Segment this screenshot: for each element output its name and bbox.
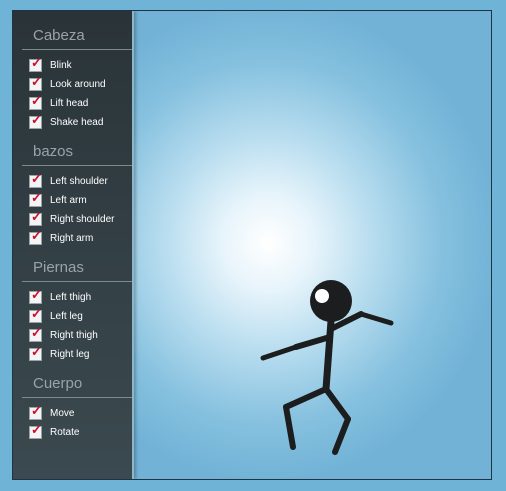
toggle-left-thigh[interactable]: ✓ Left thigh (22, 288, 132, 307)
control-sidebar: Cabeza ✓ Blink ✓ Look around ✓ Lift head… (13, 11, 134, 479)
toggle-lift-head[interactable]: ✓ Lift head (22, 94, 132, 113)
section-title: Piernas (33, 259, 84, 276)
check-mark-icon: ✓ (31, 306, 42, 321)
checkbox[interactable]: ✓ (29, 306, 42, 323)
toggle-label: Left arm (50, 195, 87, 206)
section-divider (22, 49, 132, 50)
checkbox[interactable]: ✓ (29, 325, 42, 342)
section-cuerpo: Cuerpo ✓ Move ✓ Rotate (22, 375, 132, 442)
check-mark-icon: ✓ (31, 209, 42, 224)
check-mark-icon: ✓ (31, 93, 42, 108)
section-piernas: Piernas ✓ Left thigh ✓ Left leg ✓ Right … (22, 259, 132, 364)
toggle-right-shoulder[interactable]: ✓ Right shoulder (22, 210, 132, 229)
toggle-left-shoulder[interactable]: ✓ Left shoulder (22, 172, 132, 191)
toggle-label: Right shoulder (50, 214, 115, 225)
check-mark-icon: ✓ (31, 422, 42, 437)
toggle-left-arm[interactable]: ✓ Left arm (22, 191, 132, 210)
toggle-label: Left leg (50, 311, 83, 322)
checkbox[interactable]: ✓ (29, 74, 42, 91)
toggle-left-leg[interactable]: ✓ Left leg (22, 307, 132, 326)
toggle-right-leg[interactable]: ✓ Right leg (22, 345, 132, 364)
checkbox[interactable]: ✓ (29, 190, 42, 207)
checkbox[interactable]: ✓ (29, 403, 42, 420)
toggle-label: Right thigh (50, 330, 98, 341)
stickman-right-arm (358, 311, 394, 326)
check-mark-icon: ✓ (31, 74, 42, 89)
toggle-label: Look around (50, 79, 106, 90)
toggle-label: Right arm (50, 233, 94, 244)
stickman-figure (260, 280, 394, 455)
checkbox[interactable]: ✓ (29, 422, 42, 439)
section-bazos: bazos ✓ Left shoulder ✓ Left arm ✓ Right… (22, 143, 132, 248)
check-mark-icon: ✓ (31, 344, 42, 359)
stickman-head (310, 280, 352, 322)
toggle-label: Move (50, 408, 75, 419)
section-title: Cabeza (33, 27, 85, 44)
checkbox[interactable]: ✓ (29, 287, 42, 304)
toggle-shake-head[interactable]: ✓ Shake head (22, 113, 132, 132)
check-mark-icon: ✓ (31, 171, 42, 186)
app-frame: Cabeza ✓ Blink ✓ Look around ✓ Lift head… (12, 10, 492, 480)
toggle-right-arm[interactable]: ✓ Right arm (22, 229, 132, 248)
stickman-left-leg (283, 404, 296, 450)
toggle-move[interactable]: ✓ Move (22, 404, 132, 423)
checkbox[interactable]: ✓ (29, 344, 42, 361)
stickman-right-thigh (323, 386, 351, 422)
section-divider (22, 281, 132, 282)
toggle-rotate[interactable]: ✓ Rotate (22, 423, 132, 442)
checkbox[interactable]: ✓ (29, 228, 42, 245)
stickman-right-leg (332, 416, 351, 455)
toggle-label: Left thigh (50, 292, 92, 303)
animation-stage[interactable] (134, 11, 491, 479)
toggle-label: Lift head (50, 98, 89, 109)
toggle-look-around[interactable]: ✓ Look around (22, 75, 132, 94)
check-mark-icon: ✓ (31, 228, 42, 243)
stickman-left-shoulder (293, 334, 333, 350)
section-divider (22, 165, 132, 166)
checkbox[interactable]: ✓ (29, 55, 42, 72)
section-divider (22, 397, 132, 398)
check-mark-icon: ✓ (31, 55, 42, 70)
toggle-label: Shake head (50, 117, 104, 128)
toggle-label: Rotate (50, 427, 80, 438)
checkbox[interactable]: ✓ (29, 93, 42, 110)
section-title: bazos (33, 143, 74, 160)
section-cabeza: Cabeza ✓ Blink ✓ Look around ✓ Lift head… (22, 27, 132, 132)
toggle-label: Left shoulder (50, 176, 108, 187)
checkbox[interactable]: ✓ (29, 209, 42, 226)
check-mark-icon: ✓ (31, 325, 42, 340)
toggle-blink[interactable]: ✓ Blink (22, 56, 132, 75)
checkbox[interactable]: ✓ (29, 112, 42, 129)
stickman-eye-highlight (315, 289, 329, 303)
toggle-right-thigh[interactable]: ✓ Right thigh (22, 326, 132, 345)
checkbox[interactable]: ✓ (29, 171, 42, 188)
check-mark-icon: ✓ (31, 403, 42, 418)
section-title: Cuerpo (33, 375, 83, 392)
check-mark-icon: ✓ (31, 190, 42, 205)
stickman-left-thigh (283, 386, 329, 410)
stickman-left-arm (260, 344, 299, 361)
toggle-label: Blink (50, 60, 72, 71)
check-mark-icon: ✓ (31, 287, 42, 302)
toggle-label: Right leg (50, 349, 90, 360)
check-mark-icon: ✓ (31, 112, 42, 127)
